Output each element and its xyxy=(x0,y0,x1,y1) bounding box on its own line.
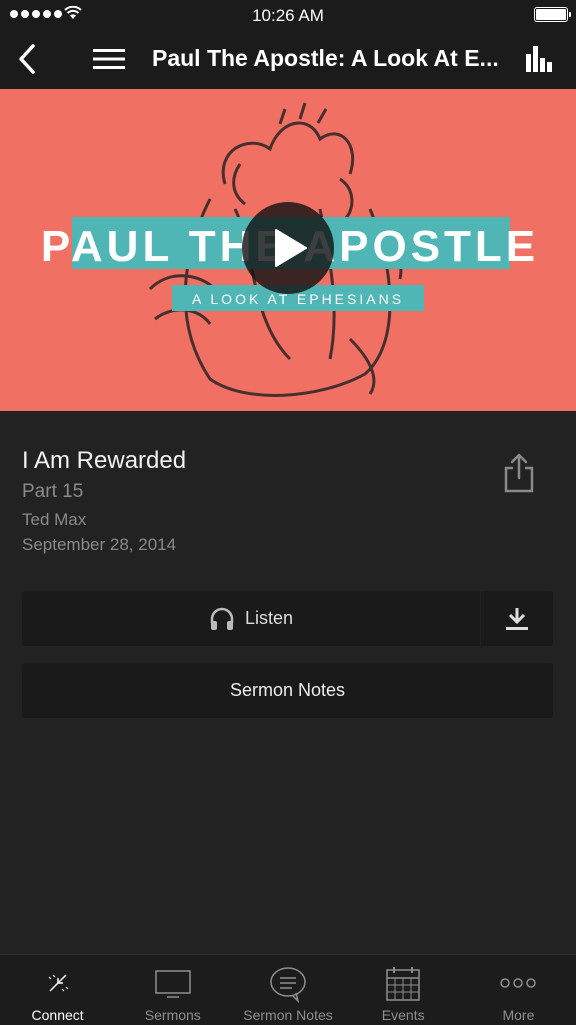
menu-icon[interactable] xyxy=(92,47,126,71)
tab-bar: Connect Sermons Sermon Notes Events More xyxy=(0,954,576,1025)
tab-label: Sermon Notes xyxy=(243,1007,333,1023)
play-button[interactable] xyxy=(242,202,334,294)
headphones-icon xyxy=(210,607,234,630)
tab-sermons[interactable]: Sermons xyxy=(115,955,230,1025)
sermon-notes-button[interactable]: Sermon Notes xyxy=(22,663,553,718)
page-title: Paul The Apostle: A Look At E... xyxy=(152,45,499,71)
tab-label: Sermons xyxy=(144,1007,201,1023)
sermon-artwork: PAUL THE APOSTLE A LOOK AT EPHESIANS xyxy=(0,89,576,411)
tab-more[interactable]: More xyxy=(461,955,576,1025)
stats-icon[interactable] xyxy=(524,44,556,74)
tab-label: Connect xyxy=(31,1007,84,1023)
play-icon xyxy=(275,229,307,267)
back-icon[interactable] xyxy=(14,42,44,76)
tab-events[interactable]: Events xyxy=(346,955,461,1025)
sermon-speaker: Ted Max xyxy=(22,510,87,529)
download-button[interactable] xyxy=(481,591,553,646)
tab-label: Events xyxy=(381,1007,425,1023)
share-icon[interactable] xyxy=(502,452,536,494)
sermon-part: Part 15 xyxy=(22,481,84,502)
tab-label: More xyxy=(502,1007,535,1023)
status-bar: 10:26 AM xyxy=(0,0,576,30)
monitor-icon xyxy=(155,970,191,998)
sermon-date: September 28, 2014 xyxy=(22,535,177,554)
listen-button[interactable]: Listen xyxy=(22,591,480,646)
connect-icon xyxy=(48,974,69,992)
listen-label: Listen xyxy=(244,608,294,628)
status-time: 10:26 AM xyxy=(252,6,324,25)
sermon-title: I Am Rewarded xyxy=(22,447,187,474)
more-dots-icon xyxy=(500,978,537,988)
artwork-subtitle-text: A LOOK AT EPHESIANS xyxy=(192,291,404,307)
tab-connect[interactable]: Connect xyxy=(0,955,115,1025)
download-icon xyxy=(506,607,528,630)
speech-bubble-icon xyxy=(270,967,306,1003)
tab-sermon-notes[interactable]: Sermon Notes xyxy=(230,955,345,1025)
navigation-bar: Paul The Apostle: A Look At E... xyxy=(0,30,576,89)
battery-icon xyxy=(534,7,571,22)
calendar-icon xyxy=(386,967,420,1001)
